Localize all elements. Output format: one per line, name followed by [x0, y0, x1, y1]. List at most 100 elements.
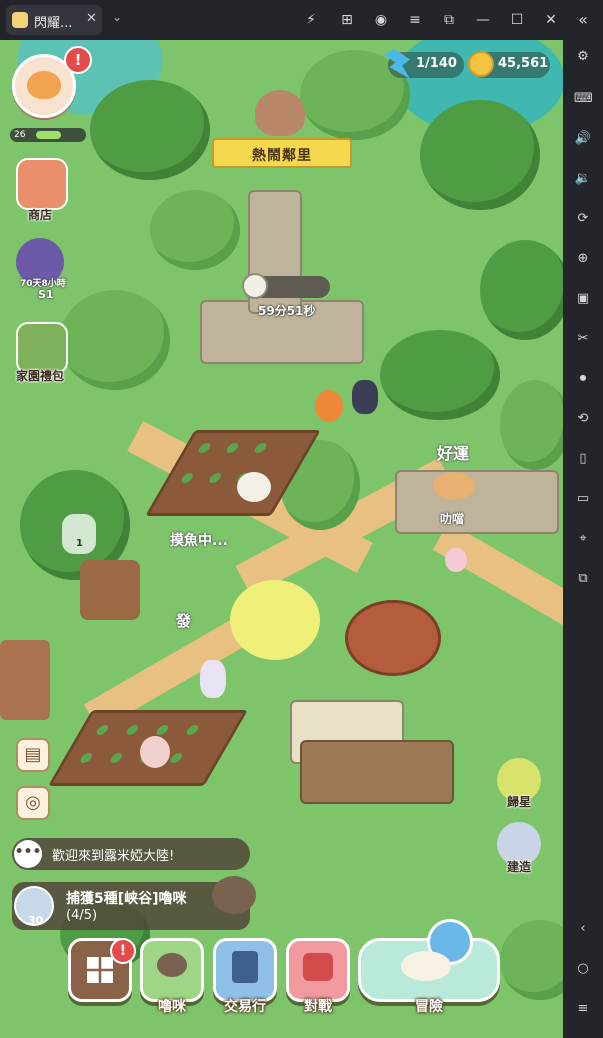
log-pile[interactable]	[80, 560, 140, 620]
back-icon[interactable]: ‹	[574, 920, 592, 938]
luck-shrine[interactable]	[395, 470, 559, 534]
close-icon[interactable]: ✕	[542, 11, 560, 29]
boost-icon[interactable]: ⚡	[302, 11, 320, 29]
lumi-button[interactable]	[140, 938, 204, 1002]
adventure-lumi-icon	[401, 951, 451, 981]
record-icon[interactable]: ⏺	[574, 370, 592, 388]
shop-icon[interactable]	[16, 158, 68, 210]
app-icon	[12, 12, 28, 28]
scissors-icon[interactable]: ✂	[574, 330, 592, 348]
gift-icon[interactable]: ⊞	[338, 11, 356, 29]
volume-up-icon[interactable]: 🔊	[574, 130, 592, 148]
cooking-pot[interactable]	[345, 600, 441, 676]
timer-text: 59分51秒	[258, 304, 316, 318]
return-star-label: 歸星	[506, 795, 531, 809]
adventure-label: 冒險	[415, 999, 443, 1015]
quest-reward: 30	[28, 914, 44, 927]
tree	[500, 380, 563, 470]
camera-icon[interactable]: ◎	[16, 786, 50, 820]
tree	[150, 190, 240, 270]
volume-down-icon[interactable]: 🔉	[574, 170, 592, 188]
battle-icon	[303, 953, 333, 981]
home-icon[interactable]: ○	[574, 960, 592, 978]
trade-button[interactable]	[213, 938, 277, 1002]
log-count: 1	[76, 538, 83, 549]
sparkle-label: 發	[176, 612, 192, 630]
tree	[380, 330, 500, 420]
grid-icon	[87, 957, 113, 983]
quest-progress: (4/5)	[66, 908, 98, 923]
avatar-face	[27, 71, 61, 99]
shake-icon[interactable]: ▯	[574, 450, 592, 468]
macro-icon[interactable]: ⟲	[574, 410, 592, 428]
build-label: 建造	[506, 860, 531, 874]
hourglass-icon	[242, 273, 268, 299]
install-apk-icon[interactable]: ⊕	[574, 250, 592, 268]
game-viewport[interactable]: ! 26 商店 70天8小時 S1 家園禮包 1/140 45,561 熱鬧鄰里…	[0, 40, 563, 1038]
shop-stall-icon	[232, 951, 258, 983]
fox-lumi[interactable]	[315, 390, 343, 422]
raccoon-icon	[157, 953, 187, 977]
energy-value: 1/140	[416, 56, 457, 71]
chat-banner[interactable]: ••• 歡迎來到露米婭大陸!	[12, 838, 250, 870]
fishing-status: 摸魚中...	[170, 533, 228, 549]
location-icon[interactable]: ⌖	[574, 530, 592, 548]
level-progress-fill	[36, 131, 61, 139]
collapse-sidebar-icon[interactable]: «	[574, 11, 592, 29]
bunny-lumi[interactable]	[445, 548, 467, 572]
energy-reward-icon: 30	[14, 886, 54, 927]
area-banner[interactable]: 熱鬧鄰里	[212, 138, 352, 168]
battle-label: 對戰	[304, 999, 332, 1015]
chat-message: 歡迎來到露米婭大陸!	[52, 849, 175, 864]
emulator-title-bar: 閃耀... ✕ ⌄ ⚡ ⊞ ◉ ≡ ⧉ — ☐ ✕	[0, 0, 603, 40]
tab-title: 閃耀...	[34, 16, 73, 31]
apk-icon[interactable]: ▣	[574, 290, 592, 308]
tree	[500, 920, 563, 1000]
wood-stack	[0, 640, 50, 720]
shop-label: 商店	[27, 208, 52, 222]
coin-icon	[468, 51, 494, 77]
map-book-icon[interactable]: ▤	[16, 738, 50, 772]
level-bar: 26	[10, 128, 86, 142]
player-character[interactable]	[352, 380, 378, 414]
glowing-tree[interactable]	[230, 580, 320, 660]
dirt-path	[432, 522, 563, 630]
tree	[420, 100, 540, 210]
app-tab[interactable]: 閃耀... ✕	[6, 5, 102, 35]
maximize-icon[interactable]: ☐	[508, 11, 526, 29]
keyboard-icon[interactable]: ⌨	[574, 90, 593, 108]
sound-label: 叻噹	[440, 512, 465, 526]
account-icon[interactable]: ◉	[372, 11, 390, 29]
area-name: 熱鬧鄰里	[252, 148, 312, 164]
energy-counter[interactable]: 1/140	[384, 49, 464, 79]
capybara-emblem-icon	[255, 90, 305, 136]
screenshot-icon[interactable]: ⧉	[440, 11, 458, 29]
avatar-alert-badge: !	[64, 46, 92, 74]
coin-counter[interactable]: 45,561	[468, 51, 550, 78]
minimize-icon[interactable]: —	[474, 11, 492, 29]
adventure-button[interactable]	[358, 919, 500, 1002]
raccoon-lumi-icon	[212, 876, 256, 914]
level-number: 26	[14, 130, 26, 140]
recents-icon[interactable]: ≡	[574, 1000, 592, 1018]
multi-instance-icon[interactable]: ⧉	[574, 570, 592, 588]
trade-label: 交易行	[224, 999, 266, 1015]
home-pack-label: 家園禮包	[15, 369, 64, 383]
log-bubble[interactable]: 1	[62, 514, 96, 554]
menu-alert-badge: !	[110, 938, 136, 964]
folder-icon[interactable]: ▭	[574, 490, 592, 508]
sheep-lumi[interactable]	[237, 472, 271, 502]
luck-label: 好運	[437, 444, 470, 463]
pig-lumi[interactable]	[140, 736, 170, 768]
tab-close-icon[interactable]: ✕	[86, 11, 97, 26]
rotate-icon[interactable]: ⟳	[574, 210, 592, 228]
build-timer[interactable]	[242, 273, 330, 299]
menu-icon[interactable]: ≡	[406, 11, 424, 29]
settings-icon[interactable]: ⚙	[574, 48, 592, 66]
event-season: S1	[38, 288, 54, 301]
wooden-deck	[300, 740, 454, 804]
capybara-lumi[interactable]	[433, 472, 475, 500]
battle-button[interactable]	[286, 938, 350, 1002]
ghost-lumi[interactable]	[200, 660, 226, 698]
chevron-down-icon[interactable]: ⌄	[112, 10, 122, 24]
